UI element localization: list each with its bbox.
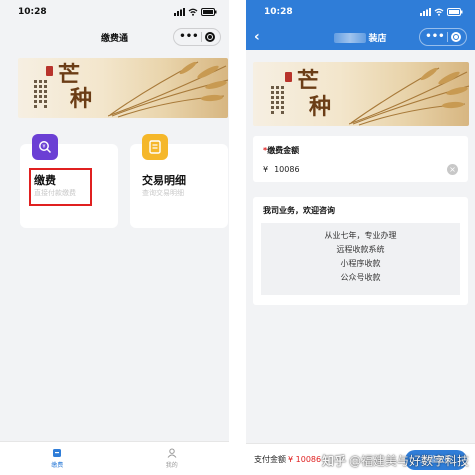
vertical-caption-3 [44,80,48,108]
nav-bar: ‹ 装店 ••• [246,24,475,50]
pay-total-label: 支付金额 [254,455,286,464]
tab-mine-label: 我的 [165,462,178,469]
more-menu-button[interactable]: ••• [179,32,198,42]
tab-pay[interactable]: 缴费 [0,442,115,475]
wheat-illustration [349,67,469,126]
svg-text:¥: ¥ [42,144,45,150]
more-menu-button[interactable]: ••• [425,32,444,42]
right-phone-screen: 10:28 ‹ 装店 ••• 芒 种 *缴费金额 ¥ 10086 × 我司业务，… [246,0,475,475]
status-time: 10:28 [18,7,47,17]
battery-icon [447,8,463,16]
mini-program-capsule: ••• [419,28,467,46]
transactions-card-subtitle: 查询交易明细 [142,189,184,197]
wheat-illustration [108,61,228,118]
currency-symbol: ¥ [263,165,269,174]
vertical-caption [34,80,38,108]
watermark-logo: 知乎 [321,454,346,468]
highlight-box [29,168,92,206]
document-icon [142,134,168,160]
signal-icon [174,8,185,16]
amount-form: *缴费金额 ¥ 10086 × [253,136,468,182]
page-title: 装店 [334,31,387,44]
person-icon [167,448,177,458]
tab-bar: 缴费 我的 [0,441,229,475]
status-bar: 10:28 [0,0,229,24]
left-phone-screen: 10:28 缴费通 ••• 芒 种 ¥ 缴费 直接付款缴费 交易明细 查询交易明… [0,0,229,475]
info-heading: 我司业务，欢迎咨询 [263,206,335,215]
banner-image: 芒 种 [18,58,228,118]
vertical-caption [271,86,275,114]
vertical-caption-2 [276,86,280,109]
vertical-caption-2 [39,80,43,103]
transactions-card-title: 交易明细 [142,174,186,187]
calligraphy-char-2: 种 [309,94,332,120]
tab-pay-label: 缴费 [51,462,64,469]
nav-bar: 缴费通 ••• [0,24,229,50]
tab-mine[interactable]: 我的 [115,442,230,475]
wifi-icon [434,8,444,16]
info-line: 远程收款系统 [336,245,385,254]
vertical-caption-3 [281,86,285,114]
amount-label-text: 缴费金额 [267,146,300,155]
watermark-text: @福建美与好数字科技 [348,454,469,468]
status-bar: 10:28 [246,0,475,24]
red-seal [285,72,292,82]
calligraphy-char-1: 芒 [58,62,81,88]
mini-program-capsule: ••• [173,28,221,46]
transactions-card[interactable]: 交易明细 查询交易明细 [130,134,228,228]
pay-total-amount: ¥ 10086 [288,455,322,464]
info-line: 小程序收款 [340,259,381,268]
calligraphy-char-1: 芒 [297,68,320,94]
wifi-icon [188,8,198,16]
battery-icon [201,8,217,16]
close-target-button[interactable] [450,32,461,42]
signal-icon [420,8,431,16]
amount-input-row[interactable]: ¥ 10086 × [263,164,458,175]
amount-input[interactable]: 10086 [274,165,299,174]
business-info-card: 我司业务，欢迎咨询 从业七年，专业办理 远程收款系统 小程序收款 公众号收款 [253,197,468,305]
clear-input-icon[interactable]: × [447,164,458,175]
close-target-button[interactable] [204,32,215,42]
blurred-store-name [334,33,367,43]
watermark: 知乎 @福建美与好数字科技 [322,452,469,469]
amount-label: *缴费金额 [263,145,458,156]
info-line: 公众号收款 [340,273,381,282]
info-content-box: 从业七年，专业办理 远程收款系统 小程序收款 公众号收款 [261,223,460,295]
red-seal [46,66,53,76]
status-time: 10:28 [264,7,293,17]
back-arrow-icon[interactable]: ‹ [254,29,260,45]
status-icons [420,8,463,16]
page-title: 缴费通 [100,33,128,44]
calligraphy-char-2: 种 [70,86,93,112]
screenshot-stage: 10:28 缴费通 ••• 芒 种 ¥ 缴费 直接付款缴费 交易明细 查询交易明… [0,0,475,475]
home-icon [53,449,62,457]
capsule-divider [201,32,203,42]
status-icons [174,8,217,16]
banner-image: 芒 种 [253,62,469,126]
info-line: 从业七年，专业办理 [324,231,397,240]
payment-search-icon: ¥ [32,134,58,160]
page-title-suffix: 装店 [368,33,387,44]
capsule-divider [447,32,449,42]
